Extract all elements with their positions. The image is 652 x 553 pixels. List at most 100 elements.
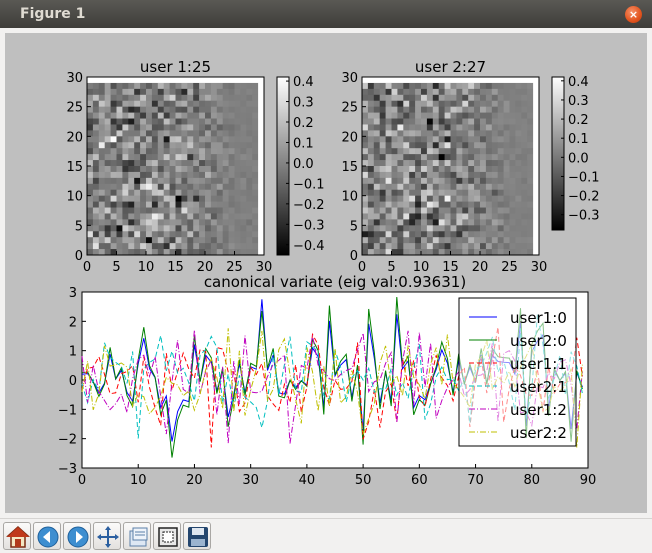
forward-button[interactable] xyxy=(63,522,91,550)
heatmap-cell xyxy=(104,100,111,107)
heatmap-cell xyxy=(216,243,223,250)
heatmap-cell xyxy=(367,249,375,256)
heatmap-cell xyxy=(146,166,153,173)
heatmap-cell xyxy=(193,243,200,250)
heatmap-cell xyxy=(151,189,159,196)
legend-label: user2:1 xyxy=(510,378,567,396)
home-button[interactable] xyxy=(3,522,31,550)
heatmap-cell xyxy=(134,243,141,250)
heatmap-cell xyxy=(199,130,206,137)
heatmap-cell xyxy=(157,231,164,238)
heatmap-cell xyxy=(415,225,422,232)
heatmap-cell xyxy=(216,148,223,155)
heatmap-cell xyxy=(193,195,200,202)
pan-button[interactable] xyxy=(93,522,121,550)
heatmap-cell xyxy=(163,130,170,137)
heatmap-cell xyxy=(110,231,117,238)
heatmap-cell xyxy=(252,207,259,214)
heatmap-cell xyxy=(444,100,451,107)
heatmap-cell xyxy=(181,118,188,125)
heatmap-cell xyxy=(134,94,141,102)
heatmap-cell xyxy=(181,171,188,179)
heatmap-cell xyxy=(116,219,123,226)
heatmap-cell xyxy=(181,154,188,161)
heatmap-cell xyxy=(163,225,170,232)
heatmap-cell xyxy=(515,213,522,220)
heatmap-title: user 1:25 xyxy=(140,58,211,76)
heatmap-cell xyxy=(397,249,404,256)
heatmap-cell xyxy=(497,231,504,238)
heatmap-cell xyxy=(175,195,182,202)
heatmap-cell xyxy=(397,219,404,226)
heatmap-cell xyxy=(367,177,375,185)
y-tick-label: 0 xyxy=(75,249,83,264)
heatmap-cell xyxy=(122,136,129,143)
heatmap-cell xyxy=(444,183,451,191)
heatmap-cell xyxy=(175,118,182,125)
heatmap-cell xyxy=(116,130,123,137)
heatmap-cell xyxy=(480,118,487,125)
figure-canvas[interactable]: user 1:25 0 5 10 15 20 25 30 0 5 10 15 20 25 30 0.4 0.3 0… xyxy=(5,33,647,513)
heatmap-cell xyxy=(169,166,176,173)
heatmap-cell xyxy=(234,82,241,90)
configure-subplots-button[interactable] xyxy=(123,522,151,550)
heatmap-cell xyxy=(110,213,117,220)
heatmap-cell xyxy=(87,177,94,185)
heatmap-cell xyxy=(450,106,457,113)
zoom-button[interactable] xyxy=(153,522,181,550)
heatmap-cell xyxy=(163,124,170,131)
heatmap-cell xyxy=(515,106,522,113)
heatmap-cell xyxy=(163,166,170,173)
heatmap-cell xyxy=(104,112,111,119)
heatmap-cell xyxy=(169,231,176,238)
heatmap-cell xyxy=(87,112,94,119)
heatmap-cell xyxy=(379,142,386,149)
heatmap-cell xyxy=(521,243,528,250)
heatmap-cell xyxy=(252,166,259,173)
title-bar[interactable]: Figure 1 × xyxy=(0,0,652,28)
heatmap-cell xyxy=(187,237,194,244)
heatmap-cell xyxy=(444,154,451,161)
heatmap-cell xyxy=(421,94,428,102)
heatmap-cell xyxy=(216,88,223,96)
heatmap-cell xyxy=(252,118,259,125)
heatmap-cell xyxy=(122,237,129,244)
close-button[interactable]: × xyxy=(625,6,642,23)
heatmap-cell xyxy=(193,201,200,208)
heatmap-cell xyxy=(128,88,135,96)
heatmap-cell xyxy=(228,207,235,214)
heatmap-cell xyxy=(462,183,469,191)
heatmap-cell xyxy=(421,154,428,161)
heatmap-cell xyxy=(146,112,153,119)
save-button[interactable] xyxy=(183,522,211,550)
legend-label: user1:0 xyxy=(510,309,567,327)
heatmap-cell xyxy=(163,160,170,167)
heatmap-cell xyxy=(503,130,510,137)
heatmap-cell xyxy=(379,207,386,214)
heatmap-cell xyxy=(228,94,235,102)
heatmap-cell xyxy=(87,106,94,113)
heatmap-cell xyxy=(146,106,153,113)
heatmap-cell xyxy=(116,148,123,155)
back-button[interactable] xyxy=(33,522,61,550)
heatmap-cell xyxy=(140,201,147,208)
heatmap-cell xyxy=(391,207,398,214)
heatmap-cell xyxy=(527,142,534,149)
heatmap-cell xyxy=(485,148,493,155)
heatmap-cell xyxy=(426,142,434,149)
heatmap-cell xyxy=(175,219,182,226)
heatmap-cell xyxy=(432,100,439,107)
heatmap-cell xyxy=(193,207,200,214)
heatmap-cell xyxy=(169,136,176,143)
heatmap-cell xyxy=(379,201,386,208)
heatmap-cell xyxy=(175,231,182,238)
heatmap-cell xyxy=(252,249,259,256)
heatmap-cell xyxy=(527,112,534,119)
heatmap-cell xyxy=(509,82,516,90)
heatmap-cell xyxy=(432,249,439,256)
heatmap-cell xyxy=(462,106,469,113)
heatmap-cell xyxy=(92,112,100,119)
heatmap-cell xyxy=(134,213,141,220)
heatmap-cell xyxy=(116,142,123,149)
heatmap-cell xyxy=(432,207,439,214)
